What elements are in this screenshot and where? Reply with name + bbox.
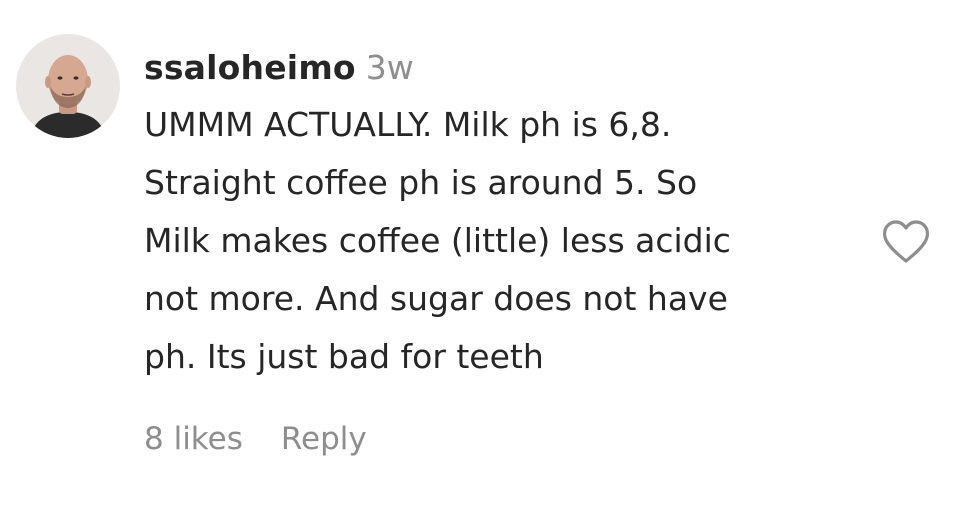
comment-header: ssaloheimo 3w [144, 40, 864, 96]
comment-text: UMMM ACTUALLY. Milk ph is 6,8. Straight … [144, 96, 864, 386]
comment-text-line: UMMM ACTUALLY. Milk ph is 6,8. [144, 105, 672, 144]
like-button[interactable] [881, 218, 931, 266]
likes-count-button[interactable]: 8 likes [144, 421, 243, 457]
reply-button[interactable]: Reply [281, 421, 367, 457]
comment-actions: 8 likes Reply [144, 414, 367, 464]
username-link[interactable]: ssaloheimo [144, 48, 356, 87]
comment: ssaloheimo 3w UMMM ACTUALLY. Milk ph is 6… [0, 0, 980, 509]
avatar[interactable] [16, 34, 120, 138]
comment-text-line: not more. And sugar does not have [144, 279, 728, 318]
comment-content: ssaloheimo 3w UMMM ACTUALLY. Milk ph is 6… [144, 40, 864, 386]
timestamp-link[interactable]: 3w [366, 48, 414, 87]
comment-text-line: Milk makes coffee (little) less acidic [144, 221, 731, 260]
comment-text-line: ph. Its just bad for teeth [144, 337, 544, 376]
profile-photo-icon [16, 34, 120, 138]
comment-text-line: Straight coffee ph is around 5. So [144, 163, 698, 202]
heart-outline-icon [883, 220, 929, 263]
